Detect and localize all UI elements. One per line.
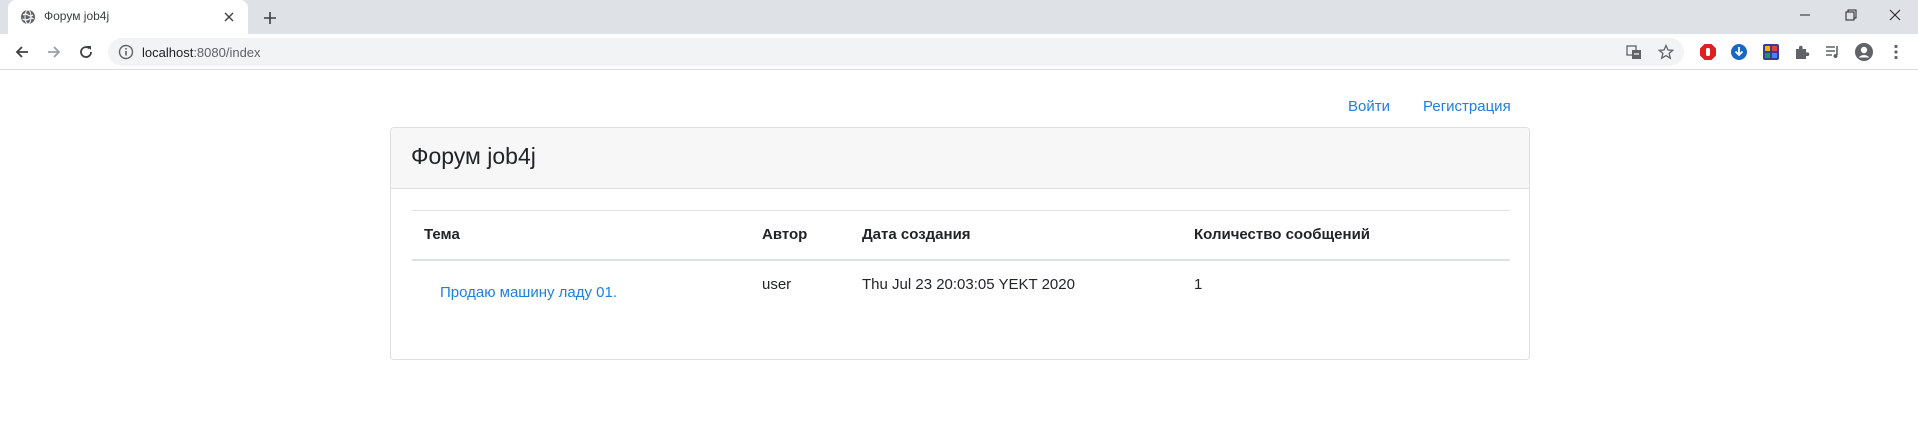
message-count-cell: 1 — [1194, 276, 1203, 293]
browser-tab[interactable]: Форум job4j — [8, 0, 248, 34]
info-icon[interactable] — [118, 44, 134, 60]
close-tab-icon[interactable] — [220, 8, 238, 26]
globe-icon — [21, 9, 35, 25]
translate-icon[interactable] — [1624, 42, 1644, 62]
media-queue-icon[interactable] — [1822, 41, 1844, 63]
register-link[interactable]: Регистрация — [1423, 98, 1511, 115]
back-arrow-icon[interactable] — [10, 40, 34, 64]
card-header: Форум job4j — [391, 128, 1529, 189]
download-extension-icon[interactable] — [1728, 41, 1750, 63]
login-link[interactable]: Войти — [1348, 98, 1390, 115]
url-host: localhost — [142, 45, 194, 60]
tab-title: Форум job4j — [44, 9, 110, 23]
column-header-messages: Количество сообщений — [1194, 226, 1371, 243]
bookmark-star-icon[interactable] — [1656, 42, 1676, 62]
url-text[interactable]: localhost:8080/index — [142, 45, 261, 60]
browser-toolbar: localhost:8080/index — [0, 34, 1918, 70]
author-cell: user — [762, 276, 792, 293]
table-top-border — [412, 210, 1510, 211]
forum-card: Форум job4j Тема Автор Дата создания Кол… — [390, 127, 1530, 360]
profile-avatar-icon[interactable] — [1853, 41, 1875, 63]
topic-link[interactable]: Продаю машину ладу 01. — [440, 284, 617, 301]
address-bar[interactable]: localhost:8080/index — [108, 38, 1684, 66]
url-path: :8080/index — [193, 45, 261, 60]
new-tab-icon[interactable] — [258, 6, 282, 30]
browser-tab-strip: Форум job4j — [0, 0, 1918, 34]
page-title: Форум job4j — [411, 143, 536, 169]
close-window-icon[interactable] — [1872, 0, 1918, 30]
more-menu-icon[interactable] — [1885, 41, 1907, 63]
column-header-created: Дата создания — [862, 226, 971, 243]
extensions-puzzle-icon[interactable] — [1791, 41, 1813, 63]
column-header-author: Автор — [762, 226, 808, 243]
table-header-divider — [412, 259, 1510, 261]
restore-icon[interactable] — [1828, 0, 1874, 30]
forward-arrow-icon[interactable] — [42, 40, 66, 64]
reload-icon[interactable] — [74, 40, 98, 64]
created-date-cell: Thu Jul 23 20:03:05 YEKT 2020 — [862, 276, 1075, 293]
column-header-topic: Тема — [424, 226, 460, 243]
minimize-icon[interactable] — [1782, 0, 1828, 30]
color-picker-extension-icon[interactable] — [1760, 41, 1782, 63]
adblock-extension-icon[interactable] — [1697, 41, 1719, 63]
